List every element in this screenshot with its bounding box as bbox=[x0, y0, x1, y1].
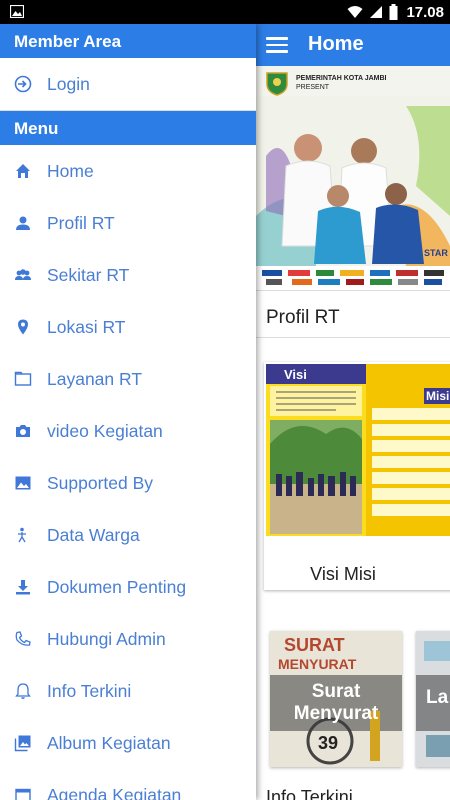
banner-org-text: PEMERINTAH KOTA JAMBI PRESENT bbox=[296, 75, 387, 91]
svg-text:MENYURAT: MENYURAT bbox=[278, 656, 357, 672]
navigation-drawer: Member Area Login Menu Home Profil RT Se… bbox=[0, 24, 256, 800]
sponsor-logos bbox=[256, 266, 450, 288]
svg-text:STAR: STAR bbox=[424, 248, 448, 258]
bell-icon bbox=[15, 683, 31, 699]
group-icon bbox=[15, 269, 31, 280]
status-bar: 17.08 bbox=[0, 0, 450, 24]
surat-menyurat-card[interactable]: SURAT MENYURAT 39 Surat Menyurat bbox=[270, 631, 402, 767]
drawer-item-lokasi-rt[interactable]: Lokasi RT bbox=[0, 301, 256, 353]
section-info-title: Info Terkini bbox=[266, 787, 353, 800]
phone-icon bbox=[15, 631, 31, 646]
drawer-item-profil-rt[interactable]: Profil RT bbox=[0, 197, 256, 249]
drawer-item-label: Profil RT bbox=[47, 212, 115, 233]
drawer-item-dokumen-penting[interactable]: Dokumen Penting bbox=[0, 561, 256, 613]
folder-icon bbox=[14, 371, 32, 386]
page-title: Home bbox=[308, 33, 364, 55]
drawer-item-label: Album Kegiatan bbox=[47, 732, 171, 753]
surat-menyurat-title: Surat Menyurat bbox=[293, 681, 379, 724]
app-bar: Home bbox=[256, 24, 450, 66]
drawer-item-supported-by[interactable]: Supported By bbox=[0, 457, 256, 509]
drawer-item-label: Hubungi Admin bbox=[47, 628, 166, 649]
drawer-item-label: video Kegiatan bbox=[47, 420, 163, 441]
wifi-icon bbox=[347, 6, 363, 18]
svg-text:SURAT: SURAT bbox=[284, 635, 345, 655]
event-banner[interactable]: PEMERINTAH KOTA JAMBI PRESENT STAR bbox=[256, 66, 450, 288]
city-emblem-icon bbox=[266, 72, 288, 96]
menu-icon[interactable] bbox=[266, 37, 288, 53]
drawer-item-label: Supported By bbox=[47, 472, 154, 493]
drawer-item-album-kegiatan[interactable]: Album Kegiatan bbox=[0, 717, 256, 769]
camera-icon bbox=[16, 425, 30, 437]
divider bbox=[256, 337, 450, 338]
drawer-item-login[interactable]: Login bbox=[0, 58, 256, 111]
menu-header: Menu bbox=[0, 111, 256, 145]
visi-misi-image: Visi Misi bbox=[266, 364, 450, 536]
gallery-notification-icon bbox=[10, 5, 24, 18]
drawer-item-label: Info Terkini bbox=[47, 680, 132, 701]
visi-misi-card[interactable]: Visi Misi Visi Misi bbox=[264, 362, 450, 590]
section-profil-title: Profil RT bbox=[266, 307, 340, 328]
drawer-item-hubungi-admin[interactable]: Hubungi Admin bbox=[0, 613, 256, 665]
drawer-item-label: Lokasi RT bbox=[47, 316, 126, 337]
member-area-header: Member Area bbox=[0, 24, 256, 58]
drawer-item-label: Home bbox=[47, 160, 94, 181]
image-icon bbox=[15, 476, 31, 490]
battery-icon bbox=[389, 4, 398, 20]
visi-label: Visi bbox=[284, 367, 307, 382]
partial-card-title: La bbox=[426, 687, 449, 708]
drawer-item-home[interactable]: Home bbox=[0, 145, 256, 197]
person-icon bbox=[16, 216, 30, 230]
drawer-item-label: Login bbox=[47, 73, 90, 94]
home-icon bbox=[16, 164, 30, 178]
divider bbox=[256, 290, 450, 291]
drawer-item-label: Dokumen Penting bbox=[47, 576, 187, 597]
drawer-item-label: Agenda Kegiatan bbox=[47, 784, 182, 800]
clock: 17.08 bbox=[406, 3, 444, 21]
download-icon bbox=[16, 580, 30, 595]
drawer-item-label: Sekitar RT bbox=[47, 264, 130, 285]
photo-library-icon bbox=[14, 735, 31, 752]
partial-card[interactable]: La bbox=[416, 631, 450, 767]
drawer-item-label: Layanan RT bbox=[47, 368, 143, 389]
person-stand-icon bbox=[18, 527, 26, 543]
login-icon bbox=[14, 75, 32, 93]
calendar-icon bbox=[15, 788, 31, 800]
drawer-item-data-warga[interactable]: Data Warga bbox=[0, 509, 256, 561]
runners-illustration: STAR bbox=[256, 96, 450, 266]
svg-text:39: 39 bbox=[318, 733, 338, 753]
drawer-item-sekitar-rt[interactable]: Sekitar RT bbox=[0, 249, 256, 301]
misi-label: Misi bbox=[426, 389, 449, 403]
visi-misi-caption: Visi Misi bbox=[310, 564, 376, 584]
location-pin-icon bbox=[18, 319, 28, 335]
drawer-item-layanan-rt[interactable]: Layanan RT bbox=[0, 353, 256, 405]
signal-icon bbox=[370, 6, 383, 18]
drawer-item-label: Data Warga bbox=[47, 524, 140, 545]
drawer-item-info-terkini[interactable]: Info Terkini bbox=[0, 665, 256, 717]
drawer-item-video-kegiatan[interactable]: video Kegiatan bbox=[0, 405, 256, 457]
drawer-item-agenda-kegiatan[interactable]: Agenda Kegiatan bbox=[0, 769, 256, 800]
